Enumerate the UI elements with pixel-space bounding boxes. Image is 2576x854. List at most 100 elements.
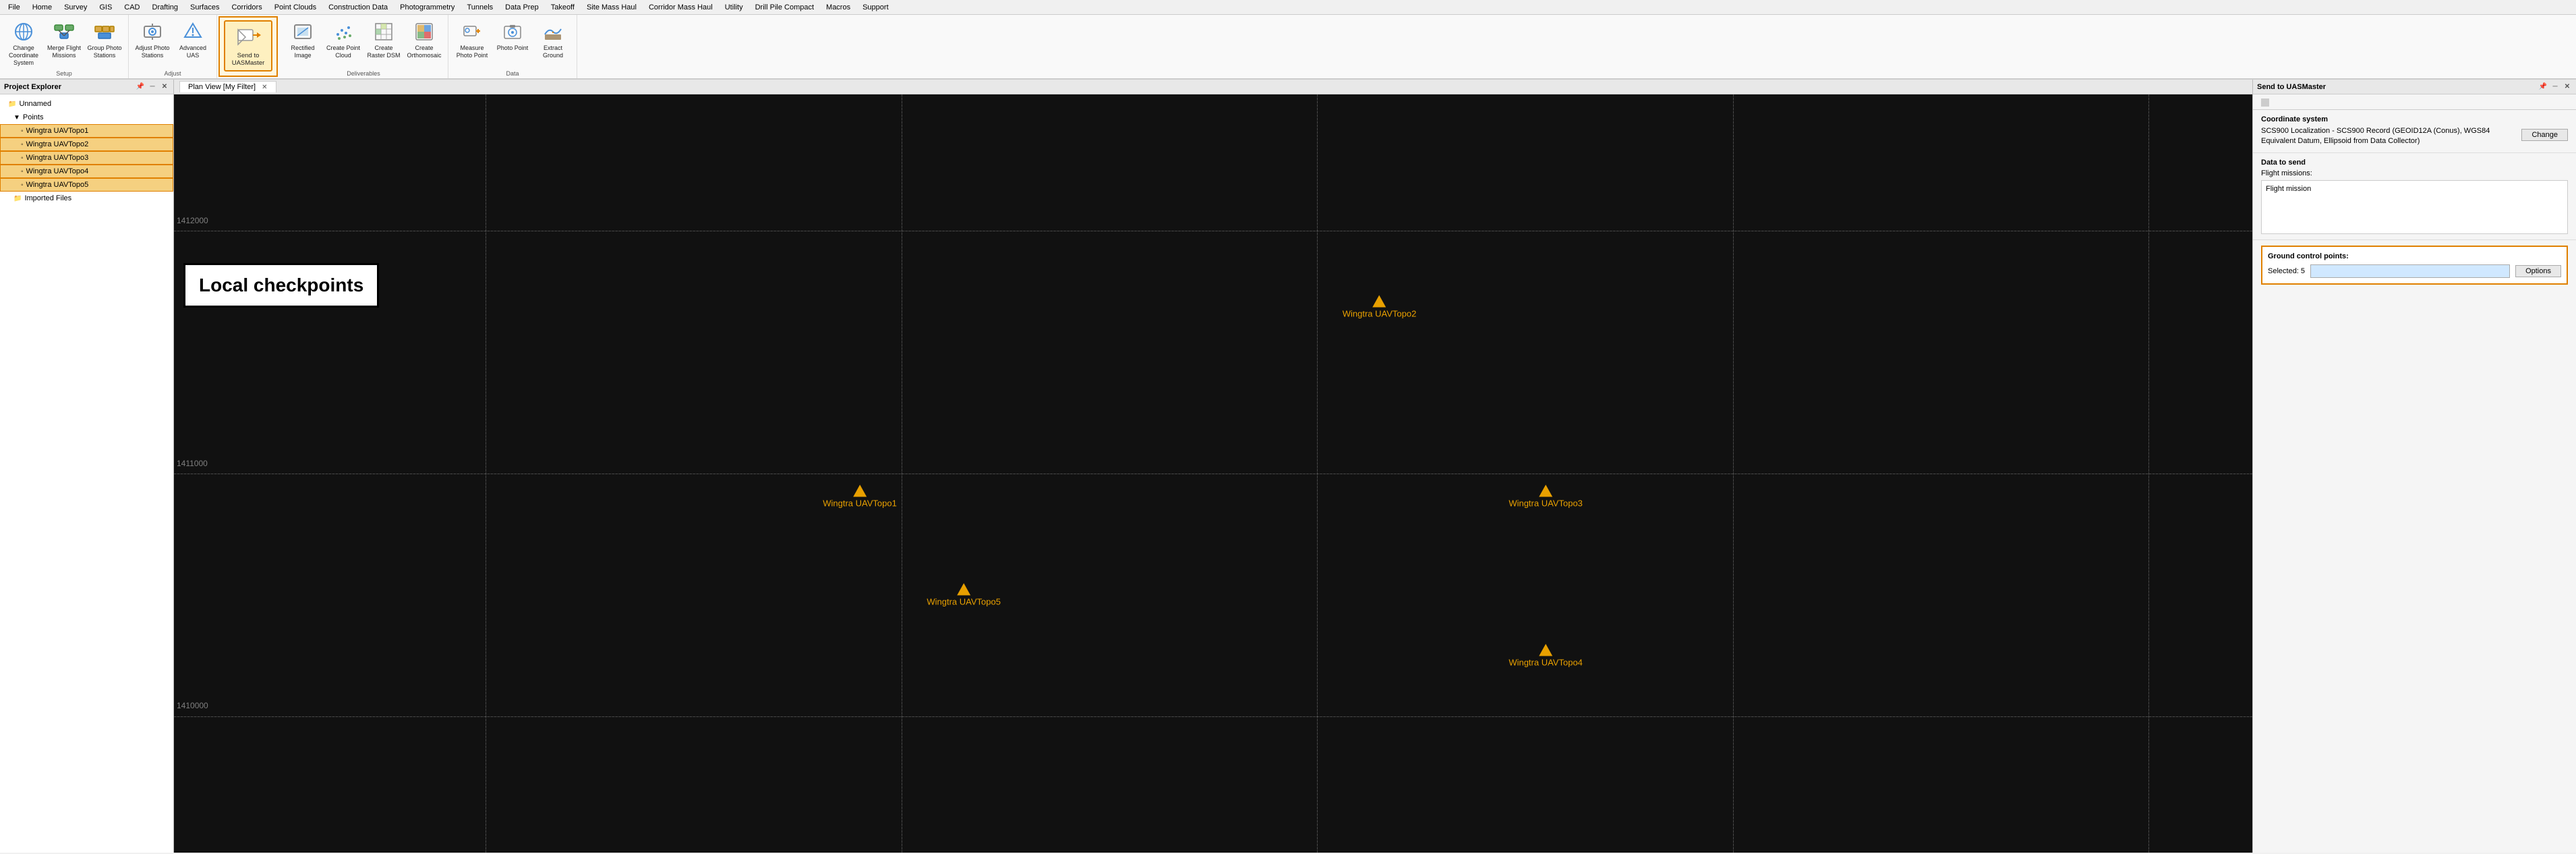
adjust-group-label: Adjust [129, 70, 216, 77]
flight-mission-box[interactable]: Flight mission [2261, 180, 2568, 234]
gcp-bar [2310, 264, 2510, 278]
send-to-uasmaster-button[interactable]: Send to UASMaster [224, 20, 272, 72]
tree-imported[interactable]: 📁 Imported Files [0, 192, 173, 205]
menu-point-clouds[interactable]: Point Clouds [269, 2, 322, 13]
menu-tunnels[interactable]: Tunnels [461, 2, 498, 13]
coordinate-icon [13, 21, 34, 42]
menu-gis[interactable]: GIS [94, 2, 117, 13]
tree-points[interactable]: ▼ Points [0, 111, 173, 124]
panel-pin-button[interactable]: 📌 [136, 82, 145, 92]
gcp-options-button[interactable]: Options [2515, 265, 2561, 277]
extract-icon [542, 21, 564, 42]
ortho-icon [413, 21, 435, 42]
triangle-icon-3 [1539, 484, 1552, 496]
menu-file[interactable]: File [3, 2, 26, 13]
menu-takeoff[interactable]: Takeoff [546, 2, 580, 13]
photo-icon [502, 21, 523, 42]
map-point-wingtra1: Wingtra UAVTopo1 [823, 484, 897, 508]
gcp-selected-text: Selected: 5 [2268, 267, 2305, 275]
flight-mission-text: Flight mission [2266, 185, 2311, 193]
deliverables-buttons: Rectified Image Create Point Cloud [283, 18, 444, 72]
photo-point-button[interactable]: Photo Point [493, 18, 532, 62]
merge-flight-button[interactable]: Merge Flight Missions [45, 18, 84, 63]
menu-corridor-mass-haul[interactable]: Corridor Mass Haul [643, 2, 718, 13]
menu-photogrammetry[interactable]: Photogrammetry [394, 2, 460, 13]
tree-imported-label: Imported Files [24, 194, 71, 202]
menu-site-mass-haul[interactable]: Site Mass Haul [581, 2, 642, 13]
send-to-uasmaster-label: Send to UASMaster [227, 52, 270, 67]
plan-view: Plan View [My Filter] ✕ 1412000 1411000 … [174, 80, 2252, 853]
grid-vline-5 [2148, 94, 2149, 853]
plan-view-tab[interactable]: Plan View [My Filter] ✕ [179, 81, 276, 92]
ribbon-group-send: Send to UASMaster [218, 16, 278, 77]
group-photo-label: Group Photo Stations [87, 45, 122, 59]
data-buttons: Measure Photo Point Photo Point [452, 18, 573, 72]
data-to-send-label: Data to send [2261, 159, 2568, 167]
data-group-label: Data [448, 70, 577, 77]
group-icon [94, 21, 115, 42]
gcp-section: Ground control points: Selected: 5 Optio… [2261, 246, 2568, 285]
create-point-cloud-button[interactable]: Create Point Cloud [324, 18, 363, 63]
measure-photo-point-label: Measure Photo Point [455, 45, 490, 59]
extract-ground-button[interactable]: Extract Ground [533, 18, 573, 63]
change-coordinate-system-button[interactable]: Change [2521, 129, 2568, 141]
menu-surfaces[interactable]: Surfaces [185, 2, 225, 13]
pointcloud-icon [332, 21, 354, 42]
adjust-icon [142, 21, 163, 42]
tree-unnamed[interactable]: 📁 Unnamed [0, 97, 173, 111]
flight-missions-label: Flight missions: [2261, 169, 2568, 177]
uasmaster-header: Send to UASMaster 📌 ─ ✕ [2253, 80, 2576, 94]
uasmaster-minimize-button[interactable]: ─ [2550, 82, 2560, 92]
coord-system-value: SCS900 Localization - SCS900 Record (GEO… [2261, 126, 2521, 147]
group-photo-button[interactable]: Group Photo Stations [85, 18, 124, 63]
create-raster-dsm-button[interactable]: Create Raster DSM [364, 18, 403, 63]
advanced-uas-button[interactable]: Advanced UAS [173, 18, 212, 63]
menu-macros[interactable]: Macros [821, 2, 856, 13]
content-area: Project Explorer 📌 ─ ✕ 📁 Unnamed ▼ Point… [0, 80, 2576, 853]
menu-data-prep[interactable]: Data Prep [500, 2, 544, 13]
tree-wingtra2[interactable]: ◦ Wingtra UAVTopo2 [0, 138, 173, 151]
menu-corridors[interactable]: Corridors [226, 2, 267, 13]
adjust-photo-button[interactable]: Adjust Photo Stations [133, 18, 172, 63]
uav-icon-1: ◦ [21, 127, 24, 135]
plan-canvas[interactable]: 1412000 1411000 1410000 Wingtra UAVTopo1… [174, 94, 2252, 853]
folder-icon: 📁 [8, 101, 16, 108]
uasmaster-close-button[interactable]: ✕ [2563, 82, 2572, 92]
create-orthomosaic-button[interactable]: Create Orthomosaic [405, 18, 444, 63]
menu-drill-pile[interactable]: Drill Pile Compact [750, 2, 819, 13]
photo-point-label: Photo Point [497, 45, 529, 52]
coord-system-label: Coordinate system [2261, 115, 2568, 123]
menu-cad[interactable]: CAD [119, 2, 145, 13]
tree-wingtra3[interactable]: ◦ Wingtra UAVTopo3 [0, 151, 173, 165]
ribbon: Change Coordinate System Merge Flight Mi… [0, 15, 2576, 80]
menu-home[interactable]: Home [27, 2, 57, 13]
project-tree: 📁 Unnamed ▼ Points ◦ Wingtra UAVTopo1 ◦ … [0, 94, 173, 853]
tree-wingtra5[interactable]: ◦ Wingtra UAVTopo5 [0, 178, 173, 192]
create-point-cloud-label: Create Point Cloud [326, 45, 361, 59]
panel-minimize-button[interactable]: ─ [148, 82, 157, 92]
menu-survey[interactable]: Survey [59, 2, 92, 13]
grid-vline-3 [1317, 94, 1318, 853]
panel-close-button[interactable]: ✕ [160, 82, 169, 92]
menu-support[interactable]: Support [857, 2, 894, 13]
plan-view-title: Plan View [My Filter] [188, 83, 256, 91]
rectified-image-button[interactable]: Rectified Image [283, 18, 322, 63]
menu-utility[interactable]: Utility [720, 2, 749, 13]
tree-wingtra4[interactable]: ◦ Wingtra UAVTopo4 [0, 165, 173, 178]
uasmaster-indicator [2261, 98, 2269, 107]
grid-label-1411000: 1411000 [177, 459, 208, 468]
gcp-selected-row: Selected: 5 Options [2268, 264, 2561, 278]
grid-label-1412000: 1412000 [177, 216, 208, 225]
menu-bar: File Home Survey GIS CAD Drafting Surfac… [0, 0, 2576, 15]
uasmaster-pin-button[interactable]: 📌 [2538, 82, 2548, 92]
measure-photo-point-button[interactable]: Measure Photo Point [452, 18, 492, 63]
plan-view-close-button[interactable]: ✕ [262, 84, 267, 91]
imported-icon: 📁 [13, 195, 22, 202]
change-coordinate-button[interactable]: Change Coordinate System [4, 18, 43, 69]
map-point-wingtra2: Wingtra UAVTopo2 [1343, 295, 1417, 318]
menu-construction-data[interactable]: Construction Data [323, 2, 393, 13]
tree-wingtra1[interactable]: ◦ Wingtra UAVTopo1 [0, 124, 173, 138]
menu-drafting[interactable]: Drafting [147, 2, 184, 13]
ribbon-group-adjust: Adjust Photo Stations Advanced UAS Adjus… [129, 15, 217, 78]
merge-flight-label: Merge Flight Missions [47, 45, 82, 59]
